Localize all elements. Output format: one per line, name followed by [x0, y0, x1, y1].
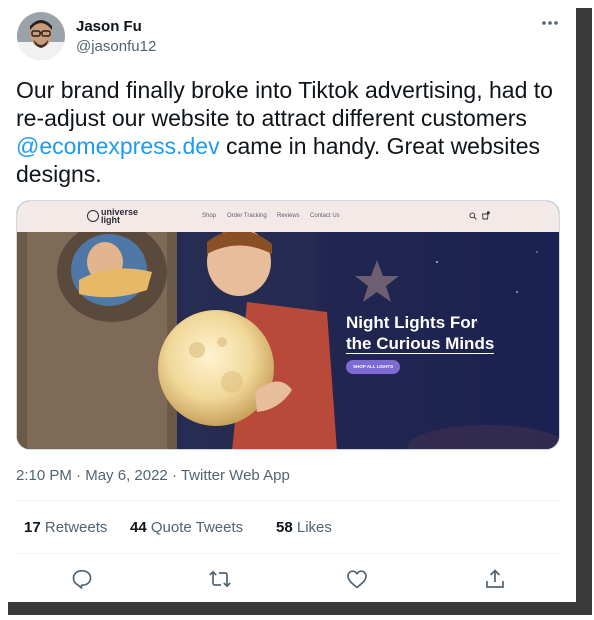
retweets-count: 17	[24, 519, 41, 536]
website-nav-bar: universe light Shop Order Tracking Revie…	[17, 201, 559, 232]
retweet-icon[interactable]	[208, 567, 232, 591]
more-options-icon[interactable]	[541, 16, 559, 28]
tweet-time[interactable]: 2:10 PM	[16, 467, 72, 484]
retweets-stat[interactable]: 17 Retweets	[24, 519, 107, 536]
tweet-card: Jason Fu @jasonfu12 Our brand finally br…	[0, 0, 576, 602]
website-hero: Night Lights For the Curious Minds SHOP …	[17, 222, 559, 449]
card-shadow-right	[575, 8, 592, 612]
quote-tweets-count: 44	[130, 519, 147, 536]
author-handle[interactable]: @jasonfu12	[76, 38, 156, 55]
author-name[interactable]: Jason Fu	[76, 18, 142, 35]
quote-tweets-stat[interactable]: 44 Quote Tweets	[130, 519, 243, 536]
site-logo-icon	[87, 210, 99, 222]
hero-title-line-2: the Curious Minds	[346, 334, 495, 354]
card-shadow-bottom	[8, 601, 592, 615]
avatar[interactable]	[17, 12, 65, 60]
divider	[16, 500, 560, 501]
tweet-metadata: 2:10 PM · May 6, 2022 · Twitter Web App	[16, 467, 290, 484]
site-search-icon	[469, 212, 477, 220]
tweet-text: Our brand finally broke into Tiktok adve…	[16, 76, 561, 188]
site-nav-shop: Shop	[202, 213, 217, 219]
site-nav-reviews: Reviews	[277, 213, 300, 219]
mention-link[interactable]: @ecomexpress.dev	[16, 133, 220, 159]
meta-separator: ·	[167, 467, 181, 484]
quote-tweets-label: Quote Tweets	[150, 519, 244, 536]
site-logo-line-2: light	[101, 215, 120, 225]
tweet-text-part-1: Our brand finally broke into Tiktok adve…	[16, 77, 553, 131]
shop-all-lights-button: SHOP ALL LIGHTS	[346, 360, 401, 374]
likes-count: 58	[276, 519, 293, 536]
likes-label: Likes	[296, 519, 332, 536]
hero-title-line-1: Night Lights For	[346, 313, 478, 332]
like-heart-icon[interactable]	[345, 567, 369, 591]
retweets-label: Retweets	[44, 519, 108, 536]
tweet-source[interactable]: Twitter Web App	[181, 467, 290, 484]
site-nav-contact: Contact Us	[310, 213, 340, 219]
site-nav-order-tracking: Order Tracking	[227, 213, 267, 219]
meta-separator: ·	[71, 467, 86, 484]
likes-stat[interactable]: 58 Likes	[276, 519, 332, 536]
site-cart-icon	[482, 211, 490, 220]
site-logo: universe light	[101, 208, 138, 225]
tweet-date[interactable]: May 6, 2022	[85, 467, 168, 484]
tweet-media-image[interactable]: universe light Shop Order Tracking Revie…	[16, 200, 560, 450]
divider	[16, 553, 560, 554]
share-icon[interactable]	[483, 567, 507, 591]
hero-title: Night Lights For the Curious Minds	[346, 312, 495, 354]
reply-icon[interactable]	[70, 567, 94, 591]
